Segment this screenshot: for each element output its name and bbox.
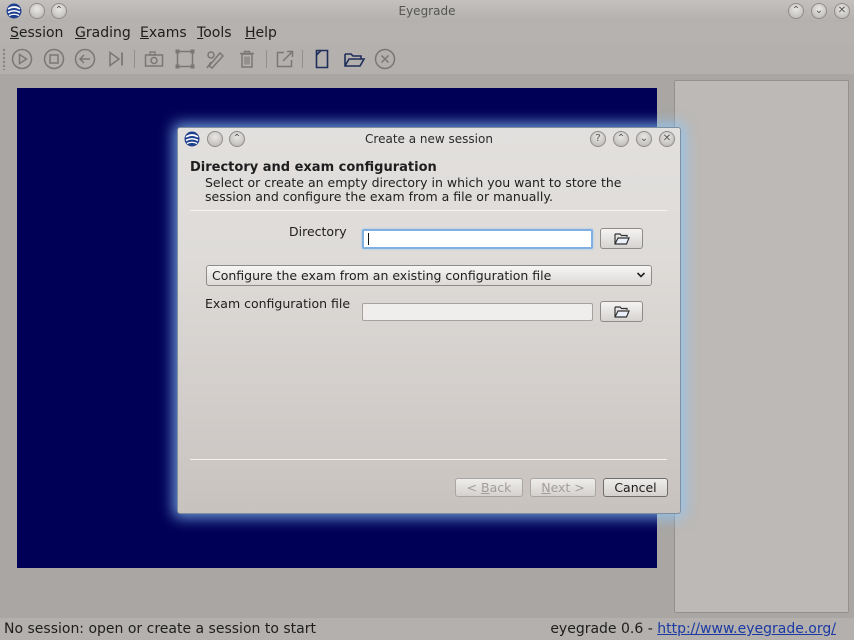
dialog-maximize-button[interactable]: ⌄ [636,131,652,147]
cancel-button[interactable]: Cancel [603,478,668,497]
toolbar-separator [134,50,135,68]
dialog-help-button[interactable]: ? [590,131,606,147]
select-area-icon[interactable] [173,47,197,71]
edit-icon[interactable] [204,47,228,71]
skip-icon[interactable] [104,47,128,71]
close-session-icon[interactable] [373,47,397,71]
config-file-label: Exam configuration file [205,296,351,311]
discard-icon[interactable] [235,47,259,71]
side-panel [674,80,849,613]
minimize-button[interactable]: ⌃ [788,3,804,19]
wizard-page-description: Select or create an empty directory in w… [205,175,622,204]
version-text: eyegrade 0.6 - [550,621,658,637]
toolbar-separator [302,50,303,68]
statusbar: No session: open or create a session to … [0,618,854,640]
dialog-minimize-button[interactable]: ⌃ [613,131,629,147]
header-divider [190,210,667,211]
create-session-dialog: ⌃ Create a new session ? ⌃ ⌄ ✕ Directory… [177,127,681,514]
close-button[interactable]: ✕ [834,3,850,19]
config-file-input[interactable] [362,303,593,321]
toolbar-grip[interactable] [2,48,6,70]
next-button[interactable]: Next > [530,478,596,497]
window-titlebar: ⌃ Eyegrade ⌃ ⌄ ✕ [0,0,854,22]
browse-config-file-button[interactable] [600,301,643,322]
toolbar-separator [266,50,267,68]
dialog-titlebar: ⌃ Create a new session ? ⌃ ⌄ ✕ [178,128,680,150]
dialog-close-button[interactable]: ✕ [659,131,675,147]
back-button[interactable]: < Back [455,478,523,497]
maximize-button[interactable]: ⌄ [811,3,827,19]
directory-label: Directory [289,224,347,239]
menu-session[interactable]: Session [10,25,63,41]
status-version: eyegrade 0.6 - http://www.eyegrade.org/ [550,621,836,637]
config-mode-select[interactable]: Configure the exam from an existing conf… [206,265,652,286]
new-session-icon[interactable] [310,47,334,71]
window-title: Eyegrade [398,4,456,18]
toolbar [0,44,854,74]
website-link[interactable]: http://www.eyegrade.org/ [657,621,836,637]
stop-icon[interactable] [42,47,66,71]
folder-open-icon [614,233,630,245]
menu-grading[interactable]: Grading [75,25,131,41]
snapshot-icon[interactable] [142,47,166,71]
menu-help[interactable]: Help [245,25,277,41]
browse-directory-button[interactable] [600,228,643,249]
folder-open-icon [614,306,630,318]
status-message: No session: open or create a session to … [4,621,316,637]
footer-divider [190,459,667,460]
config-mode-selected: Configure the exam from an existing conf… [212,268,552,283]
menu-tools[interactable]: Tools [197,25,232,41]
menu-exams[interactable]: Exams [140,25,187,41]
export-icon[interactable] [273,47,297,71]
start-icon[interactable] [10,47,34,71]
menubar: Session Grading Exams Tools Help [0,22,854,44]
chevron-down-icon [636,272,646,278]
text-caret [368,233,369,245]
directory-input[interactable] [362,229,593,249]
open-session-icon[interactable] [342,47,366,71]
wizard-page-heading: Directory and exam configuration [190,160,437,175]
back-icon[interactable] [73,47,97,71]
